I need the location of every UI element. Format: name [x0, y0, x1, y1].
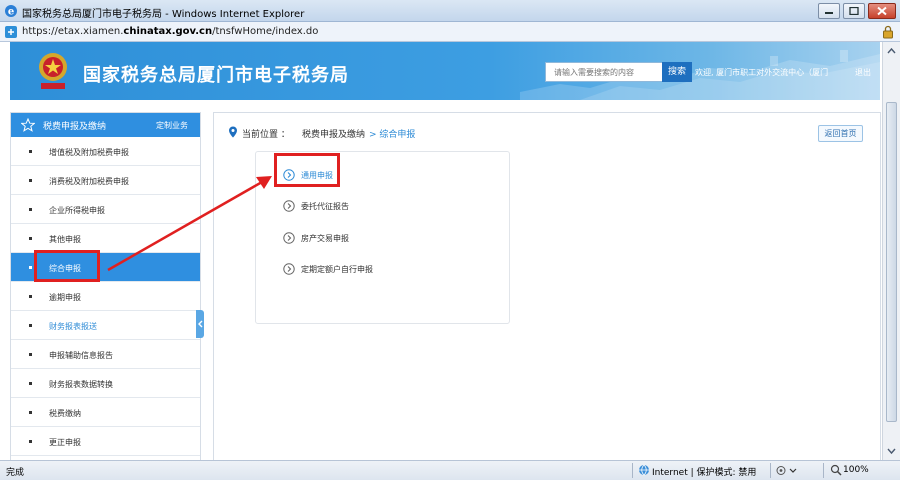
highlight-box-comprehensive	[34, 250, 100, 282]
status-separator	[823, 463, 824, 478]
sidebar-collapse-handle[interactable]	[196, 310, 204, 338]
sidebar-item-label: 更正申报	[49, 438, 81, 447]
welcome-text: 欢迎, 厦门市职工对外交流中心（厦门	[695, 68, 829, 77]
sidebar-item-label: 消费税及附加税费申报	[49, 177, 129, 186]
chevron-left-icon	[198, 320, 203, 328]
custom-business-link[interactable]: 定制业务	[156, 120, 188, 131]
location-pin-icon	[228, 126, 238, 141]
bullet-icon	[29, 353, 32, 356]
sidebar-item-label: 财务报表数据转换	[49, 380, 113, 389]
bullet-icon	[29, 237, 32, 240]
window-title: 国家税务总局厦门市电子税务局 - Windows Internet Explor…	[22, 9, 305, 20]
security-zone-text[interactable]: Internet | 保护模式: 禁用	[652, 465, 756, 478]
lock-icon[interactable]	[882, 25, 894, 42]
sidebar-item-consumption-tax[interactable]: 消费税及附加税费申报	[11, 166, 200, 195]
close-icon	[877, 6, 887, 16]
zoom-level[interactable]: 100%	[843, 465, 869, 475]
minimize-button[interactable]	[818, 3, 840, 19]
menu-item-label: 房产交易申报	[301, 234, 349, 243]
scroll-up-arrow-icon[interactable]	[886, 45, 897, 57]
highlight-box-general-declaration	[274, 153, 340, 187]
status-separator	[632, 463, 633, 478]
window-controls	[815, 3, 896, 19]
bullet-icon	[29, 382, 32, 385]
sidebar-item-label: 逾期申报	[49, 293, 81, 302]
sidebar: 税费申报及缴纳 定制业务 增值税及附加税费申报 消费税及附加税费申报 企业所得税…	[10, 112, 201, 462]
search-input[interactable]	[545, 62, 663, 82]
globe-icon	[638, 464, 650, 479]
maximize-button[interactable]	[843, 3, 865, 19]
bullet-icon	[29, 324, 32, 327]
sidebar-item-label: 增值税及附加税费申报	[49, 148, 129, 157]
sidebar-item-label: 其他申报	[49, 235, 81, 244]
status-text: 完成	[6, 468, 25, 478]
zoom-icon[interactable]	[830, 464, 842, 479]
tax-emblem-logo	[39, 53, 67, 89]
sidebar-item-correction[interactable]: 更正申报	[11, 427, 200, 456]
back-to-home-button[interactable]: 返回首页	[818, 125, 863, 142]
bullet-icon	[29, 440, 32, 443]
minimize-icon	[825, 12, 833, 14]
sidebar-header[interactable]: 税费申报及缴纳 定制业务	[11, 113, 200, 137]
menu-item-label: 委托代征报告	[301, 202, 349, 211]
window-title-bar: e 国家税务总局厦门市电子税务局 - Windows Internet Expl…	[0, 0, 900, 22]
breadcrumb-current: > 综合申报	[369, 130, 416, 140]
ie-logo-icon: e	[4, 4, 18, 18]
star-icon	[20, 117, 36, 135]
scroll-down-arrow-icon[interactable]	[886, 445, 897, 457]
sidebar-item-corporate-income-tax[interactable]: 企业所得税申报	[11, 195, 200, 224]
scrollbar-thumb[interactable]	[886, 102, 897, 422]
sidebar-item-label: 财务报表报送	[49, 322, 97, 331]
vertical-scrollbar[interactable]	[882, 42, 900, 460]
sidebar-item-label: 企业所得税申报	[49, 206, 105, 215]
settings-dropdown-icon[interactable]	[776, 465, 798, 479]
sidebar-item-auxiliary-info[interactable]: 申报辅助信息报告	[11, 340, 200, 369]
svg-text:e: e	[8, 7, 14, 18]
chevron-right-circle-icon	[283, 263, 295, 278]
logout-link[interactable]: 退出	[855, 67, 871, 78]
status-bar: 完成 Internet | 保护模式: 禁用 100%	[0, 460, 900, 480]
address-bar[interactable]: https://etax.xiamen.chinatax.gov.cn/tnsf…	[0, 22, 900, 42]
sidebar-item-vat[interactable]: 增值税及附加税费申报	[11, 137, 200, 166]
bullet-icon	[29, 411, 32, 414]
menu-item-label: 定期定额户自行申报	[301, 265, 373, 274]
sidebar-item-overdue[interactable]: 逾期申报	[11, 282, 200, 311]
site-header-banner: 国家税务总局厦门市电子税务局 搜索 欢迎, 厦门市职工对外交流中心（厦门 退出	[10, 42, 880, 100]
sidebar-item-other[interactable]: 其他申报	[11, 224, 200, 253]
chevron-right-circle-icon	[283, 232, 295, 247]
sidebar-item-tax-payment[interactable]: 税费缴纳	[11, 398, 200, 427]
sidebar-item-label: 税费缴纳	[49, 409, 81, 418]
url-text[interactable]: https://etax.xiamen.chinatax.gov.cn/tnsf…	[22, 26, 318, 37]
maximize-icon	[849, 7, 859, 15]
bullet-icon	[29, 208, 32, 211]
page-favicon-icon	[4, 25, 18, 39]
close-button[interactable]	[868, 3, 896, 19]
bullet-icon	[29, 295, 32, 298]
breadcrumb-item[interactable]: 税费申报及缴纳	[302, 127, 365, 140]
bullet-icon	[29, 179, 32, 182]
site-title: 国家税务总局厦门市电子税务局	[83, 65, 349, 86]
bullet-icon	[29, 150, 32, 153]
breadcrumb-prefix: 当前位置 ：	[242, 130, 290, 140]
sidebar-item-label: 申报辅助信息报告	[49, 351, 113, 360]
sidebar-header-label: 税费申报及缴纳	[43, 122, 107, 132]
chevron-right-circle-icon	[283, 200, 295, 215]
sidebar-item-financial-statements[interactable]: 财务报表报送	[11, 311, 200, 340]
bullet-icon	[29, 266, 32, 269]
status-separator	[770, 463, 771, 478]
search-button[interactable]: 搜索	[662, 62, 692, 82]
sidebar-item-data-conversion[interactable]: 财务报表数据转换	[11, 369, 200, 398]
